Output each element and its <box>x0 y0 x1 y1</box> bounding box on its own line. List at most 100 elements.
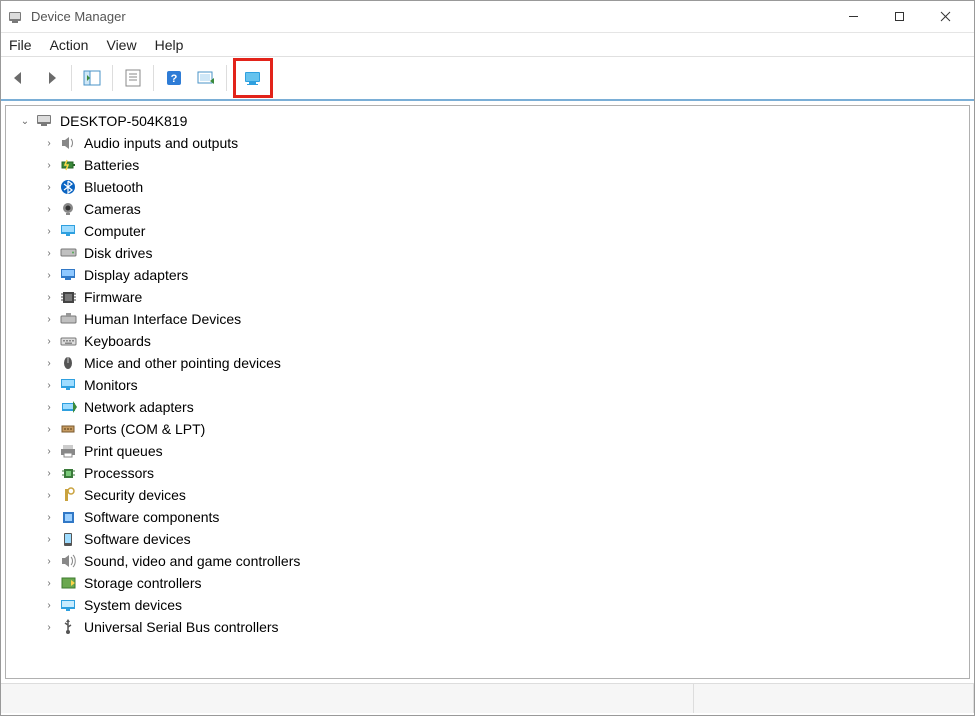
expander-right-icon[interactable]: › <box>42 424 56 435</box>
tree-item[interactable]: › Keyboards <box>6 330 969 352</box>
status-panel-left <box>1 684 694 713</box>
tree-item[interactable]: › Computer <box>6 220 969 242</box>
tree-item[interactable]: › Cameras <box>6 198 969 220</box>
maximize-button[interactable] <box>876 1 922 33</box>
monitor-icon <box>60 223 78 239</box>
tree-item-label: Batteries <box>84 157 139 173</box>
show-hide-tree-button[interactable] <box>78 63 106 93</box>
tree-item[interactable]: ›Network adapters <box>6 396 969 418</box>
tree-item[interactable]: › Disk drives <box>6 242 969 264</box>
expander-right-icon[interactable]: › <box>42 248 56 259</box>
tree-item-label: Software devices <box>84 531 191 547</box>
tree-item[interactable]: › Bluetooth <box>6 176 969 198</box>
expander-right-icon[interactable]: › <box>42 600 56 611</box>
app-icon <box>7 9 23 25</box>
tree-item-label: Sound, video and game controllers <box>84 553 300 569</box>
tree-item-label: Processors <box>84 465 154 481</box>
tree-item[interactable]: › Ports (COM & LPT) <box>6 418 969 440</box>
forward-button[interactable] <box>37 63 65 93</box>
keyboard-icon <box>60 333 78 349</box>
menu-view[interactable]: View <box>106 37 136 53</box>
expander-right-icon[interactable]: › <box>42 402 56 413</box>
tree-item-label: Firmware <box>84 289 142 305</box>
tree-item-label: Audio inputs and outputs <box>84 135 238 151</box>
tree-item[interactable]: › Display adapters <box>6 264 969 286</box>
softdev-icon <box>60 531 78 547</box>
tree-item-label: Computer <box>84 223 145 239</box>
expander-right-icon[interactable]: › <box>42 380 56 391</box>
tree-item[interactable]: ›Universal Serial Bus controllers <box>6 616 969 638</box>
tree-root-node[interactable]: ⌄ DESKTOP-504K819 <box>6 110 969 132</box>
expander-right-icon[interactable]: › <box>42 534 56 545</box>
tree-item-label: Software components <box>84 509 219 525</box>
tree-item[interactable]: › Software devices <box>6 528 969 550</box>
network-icon <box>60 399 78 415</box>
back-button[interactable] <box>5 63 33 93</box>
toolbar-divider <box>112 65 113 91</box>
expander-right-icon[interactable]: › <box>42 292 56 303</box>
expander-right-icon[interactable]: › <box>42 314 56 325</box>
expander-right-icon[interactable]: › <box>42 512 56 523</box>
help-button[interactable]: ? <box>160 63 188 93</box>
titlebar: Device Manager <box>1 1 974 33</box>
tree-item[interactable]: › Mice and other pointing devices <box>6 352 969 374</box>
expander-right-icon[interactable]: › <box>42 336 56 347</box>
minimize-button[interactable] <box>830 1 876 33</box>
expander-right-icon[interactable]: › <box>42 490 56 501</box>
tree-item[interactable]: ›Storage controllers <box>6 572 969 594</box>
scan-hardware-button[interactable] <box>192 63 220 93</box>
tree-item-label: Print queues <box>84 443 163 459</box>
tree-item[interactable]: › Sound, video and game controllers <box>6 550 969 572</box>
menu-action[interactable]: Action <box>50 37 89 53</box>
expander-right-icon[interactable]: › <box>42 138 56 149</box>
status-panel-right <box>694 684 974 713</box>
tree-item-label: Cameras <box>84 201 141 217</box>
expander-right-icon[interactable]: › <box>42 226 56 237</box>
expander-right-icon[interactable]: › <box>42 556 56 567</box>
expander-right-icon[interactable]: › <box>42 160 56 171</box>
close-button[interactable] <box>922 1 968 33</box>
expander-right-icon[interactable]: › <box>42 204 56 215</box>
tree-item-label: Keyboards <box>84 333 151 349</box>
speaker-icon <box>60 135 78 151</box>
camera-icon <box>60 201 78 217</box>
tree-item[interactable]: › Batteries <box>6 154 969 176</box>
menu-file[interactable]: File <box>9 37 32 53</box>
tree-item[interactable]: › Print queues <box>6 440 969 462</box>
tree-item-label: Display adapters <box>84 267 188 283</box>
disk-icon <box>60 245 78 261</box>
expander-right-icon[interactable]: › <box>42 578 56 589</box>
content-frame: ⌄ DESKTOP-504K819 › Audio inputs and outp… <box>1 101 974 683</box>
add-legacy-hardware-button[interactable] <box>239 63 267 93</box>
tree-item[interactable]: › Processors <box>6 462 969 484</box>
tree-item[interactable]: ›Security devices <box>6 484 969 506</box>
menu-help[interactable]: Help <box>155 37 184 53</box>
tree-item-label: Bluetooth <box>84 179 143 195</box>
tree-item[interactable]: › Human Interface Devices <box>6 308 969 330</box>
tree-item[interactable]: › Audio inputs and outputs <box>6 132 969 154</box>
tree-item[interactable]: › System devices <box>6 594 969 616</box>
tree-item[interactable]: › Software components <box>6 506 969 528</box>
device-tree[interactable]: ⌄ DESKTOP-504K819 › Audio inputs and outp… <box>5 105 970 679</box>
tree-item-label: Human Interface Devices <box>84 311 241 327</box>
expander-down-icon[interactable]: ⌄ <box>18 116 32 127</box>
software-icon <box>60 509 78 525</box>
bluetooth-icon <box>60 179 78 195</box>
battery-icon <box>60 157 78 173</box>
usb-icon <box>60 619 78 635</box>
tree-item-label: System devices <box>84 597 182 613</box>
expander-right-icon[interactable]: › <box>42 446 56 457</box>
root-label: DESKTOP-504K819 <box>60 113 187 129</box>
tree-item-label: Mice and other pointing devices <box>84 355 281 371</box>
tree-item-label: Disk drives <box>84 245 152 261</box>
expander-right-icon[interactable]: › <box>42 270 56 281</box>
expander-right-icon[interactable]: › <box>42 358 56 369</box>
properties-button[interactable] <box>119 63 147 93</box>
expander-right-icon[interactable]: › <box>42 622 56 633</box>
tree-item-label: Ports (COM & LPT) <box>84 421 205 437</box>
expander-right-icon[interactable]: › <box>42 182 56 193</box>
tree-item[interactable]: › Firmware <box>6 286 969 308</box>
expander-right-icon[interactable]: › <box>42 468 56 479</box>
tree-item[interactable]: ›Monitors <box>6 374 969 396</box>
toolbar-divider <box>71 65 72 91</box>
